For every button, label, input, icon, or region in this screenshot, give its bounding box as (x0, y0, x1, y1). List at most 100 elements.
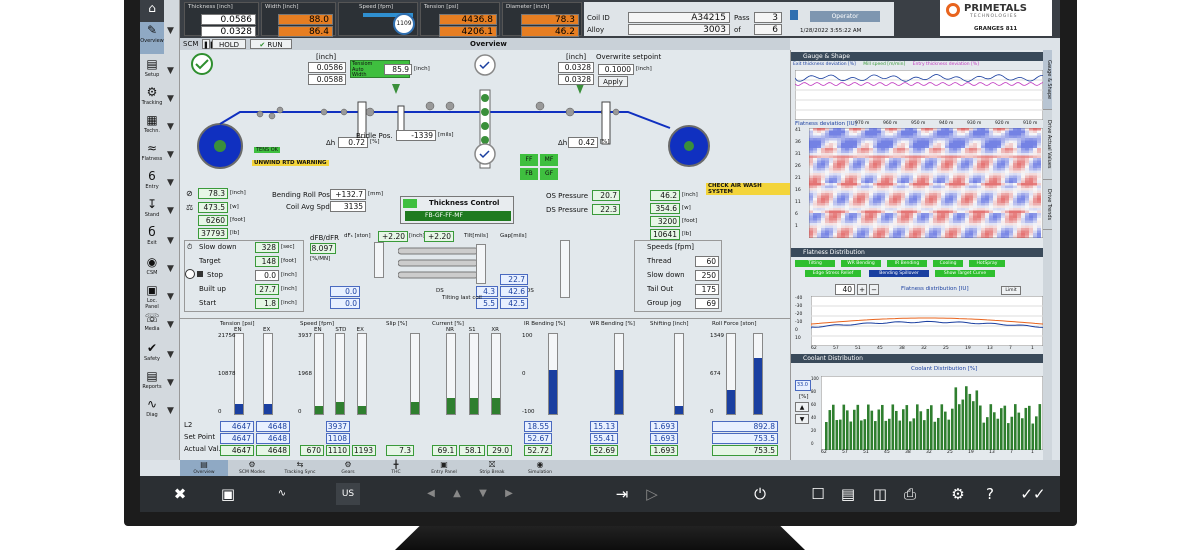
tab-gears[interactable]: ⚙ Gears (324, 460, 372, 476)
flat-number-input[interactable]: 40 (835, 284, 855, 295)
heatmap-cell (937, 203, 941, 206)
run-button[interactable]: ✔ RUN (250, 39, 292, 49)
chevron-down-icon[interactable]: ▼ (167, 406, 177, 416)
tab-thc[interactable]: ╋ THC (372, 460, 420, 476)
coolant-bar (1003, 405, 1007, 450)
heatmap-cell (837, 205, 841, 208)
nav-overview[interactable]: ✎ Overview (140, 22, 164, 54)
acknowledge-icon[interactable]: ✓✓ (1018, 483, 1048, 505)
heatmap-cell (825, 233, 829, 236)
heatmap-cell (917, 150, 921, 153)
help-icon[interactable]: ? (978, 483, 1002, 505)
window-icon[interactable]: ▣ (216, 483, 240, 505)
chevron-down-icon[interactable]: ▼ (167, 150, 177, 160)
arrow-down-icon[interactable]: ▼ (472, 483, 494, 505)
chevron-down-icon[interactable]: ▼ (167, 236, 177, 246)
chevron-down-icon[interactable]: ▼ (167, 320, 177, 330)
tab-strip-break[interactable]: ⛝ Strip Break (468, 460, 516, 476)
print-icon[interactable]: ⎙ (898, 483, 922, 505)
report-icon[interactable]: ◫ (868, 483, 892, 505)
gauge-scale-label: 0 (218, 409, 222, 415)
ff-toggle[interactable]: FF (520, 154, 538, 166)
arrow-left-icon[interactable]: ◀ (420, 483, 442, 505)
stop-radio[interactable] (185, 269, 195, 279)
flatness-option-button[interactable]: WR Bending (841, 260, 881, 267)
arrow-right-icon[interactable]: ▶ (498, 483, 520, 505)
chevron-down-icon[interactable]: ▼ (167, 292, 177, 302)
chevron-down-icon[interactable]: ▼ (167, 206, 177, 216)
flatness-option-button[interactable]: Bending Spillover (869, 270, 929, 277)
operator-badge[interactable]: Operator (810, 11, 880, 22)
alarm-list-icon[interactable]: ☐ (806, 483, 830, 505)
heatmap-cell (977, 220, 981, 223)
nav-media[interactable]: ☏ Media (140, 310, 164, 342)
heatmap-cell (825, 163, 829, 166)
heatmap-cell (1013, 228, 1017, 231)
arrow-up-icon[interactable]: ▲ (446, 483, 468, 505)
nav-diag[interactable]: ∿ Diag (140, 396, 164, 428)
pause-icon[interactable]: ❚❚ (202, 39, 215, 49)
home-icon[interactable]: ⌂ (140, 0, 164, 22)
vtab-drive-trends[interactable]: Drive Trends (1043, 180, 1052, 230)
chevron-down-icon[interactable]: ▼ (167, 94, 177, 104)
gf-toggle[interactable]: GF (540, 168, 558, 180)
vtab-gauge-shape[interactable]: Gauge & Shape (1043, 50, 1052, 110)
vtab-drive-actual[interactable]: Drive Actual Values (1043, 110, 1052, 180)
tc-toggle[interactable] (403, 199, 417, 208)
heatmap-cell (861, 173, 865, 176)
pda-icon[interactable]: ∿ (268, 483, 296, 505)
flatness-option-button[interactable]: HotSpray (969, 260, 1005, 267)
width-label: Width [inch] (265, 4, 299, 10)
tools-icon[interactable]: ✖ (168, 483, 192, 505)
chevron-down-icon[interactable]: ▼ (167, 66, 177, 76)
chevron-down-icon[interactable]: ▼ (795, 414, 809, 424)
chevron-down-icon[interactable]: ▼ (167, 378, 177, 388)
nav-exit[interactable]: б Exit (140, 224, 164, 256)
flatness-option-button[interactable]: Cooling (933, 260, 963, 267)
tag-icon[interactable]: ▷ (640, 483, 664, 505)
heatmap-cell (997, 178, 1001, 181)
chevron-down-icon[interactable]: ▼ (167, 178, 177, 188)
heatmap-cell (837, 168, 841, 171)
heatmap-cell (1029, 173, 1033, 176)
language-button[interactable]: US (336, 483, 360, 505)
mf-toggle[interactable]: MF (540, 154, 558, 166)
chevron-up-icon[interactable]: ▲ (795, 402, 809, 412)
login-icon[interactable]: ⇥ (610, 483, 634, 505)
chevron-down-icon[interactable]: ▼ (167, 26, 177, 36)
heatmap-cell (821, 210, 825, 213)
apply-button[interactable]: Apply (598, 76, 628, 87)
flatness-option-button[interactable]: Tilting (795, 260, 835, 267)
flatness-option-button[interactable]: Edge Stress Relief (805, 270, 861, 277)
tab-entry-panel[interactable]: ▣ Entry Panel (420, 460, 468, 476)
fb-toggle[interactable]: FB (520, 168, 538, 180)
limit-button[interactable]: Limit (1001, 286, 1021, 295)
overwrite-input[interactable]: 0.1000 (598, 64, 634, 75)
power-icon[interactable]: ⏻ (748, 483, 772, 505)
heatmap-cell (877, 158, 881, 161)
tab-tracking-sync[interactable]: ⇆ Tracking Sync (276, 460, 324, 476)
heatmap-cell (885, 235, 889, 238)
heatmap-cell (865, 170, 869, 173)
gauge-value-l2: 892.8 (712, 421, 778, 432)
heatmap-cell (817, 218, 821, 221)
hold-button[interactable]: HOLD (212, 39, 246, 49)
heatmap-cell (957, 225, 961, 228)
chevron-down-icon[interactable]: ▼ (167, 350, 177, 360)
settings-icon[interactable]: ⚙ (946, 483, 970, 505)
tab-scm-modes[interactable]: ⚙ SCM Modes (228, 460, 276, 476)
heatmap-cell (913, 160, 917, 163)
plus-icon[interactable]: + (857, 284, 867, 295)
document-icon[interactable]: ▤ (836, 483, 860, 505)
chevron-down-icon[interactable]: ▼ (167, 264, 177, 274)
flatness-option-button[interactable]: Show Target Curve (935, 270, 995, 277)
chevron-down-icon[interactable]: ▼ (167, 122, 177, 132)
legend-exit: Exit thickness deviation [%] (793, 62, 856, 67)
minus-icon[interactable]: − (869, 284, 879, 295)
flatness-option-button[interactable]: IR Bending (887, 260, 927, 267)
tab-simulation[interactable]: ◉ Simulation (516, 460, 564, 476)
heatmap-cell (949, 193, 953, 196)
thickness-control-box: Thickness Control FB-GF-FF-MF (400, 196, 514, 224)
coolant-value[interactable]: 33.0 (795, 380, 811, 391)
tab-overview[interactable]: ▤ Overview (180, 460, 228, 476)
